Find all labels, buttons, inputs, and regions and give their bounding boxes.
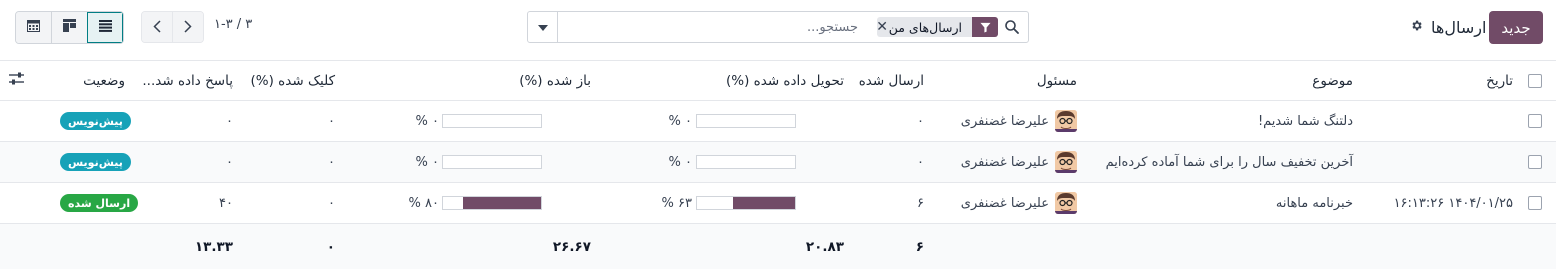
row-clicked: ۰ — [328, 113, 335, 129]
row-delivered-text: ۰ % — [668, 113, 692, 129]
page-title: ارسال‌ها — [1431, 17, 1487, 37]
row-opened-text: ۸۰ % — [408, 195, 439, 211]
column-header-sent[interactable]: ارسال شده — [859, 61, 924, 100]
responsible-name: علیرضا غضنفری — [960, 195, 1049, 211]
row-responsible: علیرضا غضنفری — [961, 183, 1077, 223]
table-row[interactable]: آخرین تخفیف سال را برای شما آماده کرده‌ا… — [0, 142, 1556, 183]
responsible-name: علیرضا غضنفری — [960, 154, 1049, 170]
new-button[interactable]: جدید — [1489, 11, 1543, 44]
search-facet-label: ارسال‌های من — [888, 19, 962, 35]
list-view-button[interactable] — [87, 12, 123, 43]
column-header-clicked[interactable]: کلیک شده (%) — [251, 61, 335, 100]
view-switcher — [15, 11, 124, 44]
row-delivered-text: ۶۳ % — [661, 195, 692, 211]
column-header-delivered[interactable]: تحویل داده شده (%) — [726, 61, 844, 100]
breadcrumb: ارسال‌ها — [1410, 12, 1486, 42]
status-badge-label: ارسال شده — [60, 194, 139, 212]
row-replied: ۰ — [226, 113, 233, 129]
caret-down-icon — [537, 20, 548, 35]
row-delivered-text: ۰ % — [668, 154, 692, 170]
sliders-icon — [9, 72, 24, 89]
control-panel: جدید ارسال‌ها ارسال‌های من ✕ ۱-۳ / ۳ — [0, 0, 1556, 60]
row-clicked: ۰ — [328, 195, 335, 211]
delivered-progress-bar — [696, 101, 796, 141]
row-opened-text: ۰ % — [415, 154, 439, 170]
calendar-view-button[interactable] — [16, 12, 51, 43]
search-bar: ارسال‌های من ✕ — [527, 11, 1029, 43]
total-clicked: ۰ — [326, 238, 335, 255]
status-badge: پیش‌نویس — [60, 101, 131, 141]
search-options-toggle[interactable] — [528, 12, 558, 42]
column-header-date[interactable]: تاریخ — [1486, 61, 1513, 100]
filter-icon — [972, 17, 998, 37]
opened-progress-bar — [442, 101, 542, 141]
calendar-icon — [27, 19, 40, 36]
row-replied: ۴۰ — [219, 195, 233, 211]
table-row[interactable]: دلتنگ شما شدیم! علیرضا غضنفری ۰ ۰ % ۰ % … — [0, 101, 1556, 142]
row-responsible: علیرضا غضنفری — [961, 142, 1077, 182]
row-subject: دلتنگ شما شدیم! — [1257, 113, 1353, 129]
row-checkbox[interactable] — [1528, 183, 1542, 223]
row-replied: ۰ — [226, 154, 233, 170]
column-header-status[interactable]: وضعیت — [83, 61, 125, 100]
pager-value[interactable]: ۱-۳ / ۳ — [214, 17, 252, 32]
column-header-opened[interactable]: باز شده (%) — [519, 61, 591, 100]
status-badge: پیش‌نویس — [60, 142, 131, 182]
avatar — [1055, 192, 1077, 214]
search-input[interactable] — [598, 17, 858, 37]
status-badge: ارسال شده — [60, 183, 139, 223]
responsible-name: علیرضا غضنفری — [960, 113, 1049, 129]
pager-next-button[interactable] — [172, 12, 203, 42]
search-icon[interactable] — [1004, 19, 1020, 35]
row-subject: آخرین تخفیف سال را برای شما آماده کرده‌ا… — [1105, 154, 1353, 170]
avatar — [1055, 110, 1077, 132]
total-replied: ۱۳.۳۳ — [194, 238, 233, 255]
table-header: تاریخ موضوع مسئول ارسال شده تحویل داده ش… — [0, 60, 1556, 101]
total-delivered: ۲۰.۸۳ — [805, 238, 844, 255]
delivered-progress-bar — [696, 142, 796, 182]
row-sent: ۰ — [917, 113, 924, 129]
row-subject: خبرنامه ماهانه — [1275, 195, 1353, 211]
total-opened: ۲۶.۶۷ — [552, 238, 591, 255]
list-icon — [99, 19, 112, 36]
column-header-subject[interactable]: موضوع — [1312, 61, 1353, 100]
row-clicked: ۰ — [328, 154, 335, 170]
opened-progress-bar — [442, 183, 542, 223]
kanban-view-button[interactable] — [51, 12, 87, 43]
gear-icon[interactable] — [1410, 19, 1423, 36]
row-responsible: علیرضا غضنفری — [961, 101, 1077, 141]
remove-facet-icon[interactable]: ✕ — [876, 19, 888, 35]
chevron-left-icon — [153, 18, 161, 37]
total-sent: ۶ — [915, 238, 924, 255]
row-sent: ۰ — [917, 154, 924, 170]
optional-columns-toggle[interactable] — [9, 61, 24, 100]
opened-progress-bar — [442, 142, 542, 182]
status-badge-label: پیش‌نویس — [60, 153, 131, 171]
chevron-right-icon — [184, 18, 192, 37]
row-opened-text: ۰ % — [415, 113, 439, 129]
kanban-icon — [63, 19, 76, 36]
table-footer-totals: ۶ ۲۰.۸۳ ۲۶.۶۷ ۰ ۱۳.۳۳ — [0, 224, 1556, 269]
row-sent: ۶ — [917, 195, 924, 211]
pager-buttons — [141, 11, 204, 43]
delivered-progress-bar — [696, 183, 796, 223]
table-row[interactable]: ۱۴۰۴/۰۱/۲۵ ۱۶:۱۳:۲۶ خبرنامه ماهانه علیرض… — [0, 183, 1556, 224]
search-facet: ارسال‌های من — [876, 17, 998, 37]
row-checkbox[interactable] — [1528, 101, 1542, 141]
select-all-checkbox[interactable] — [1528, 61, 1542, 100]
column-header-responsible[interactable]: مسئول — [1037, 61, 1077, 100]
pager-previous-button[interactable] — [142, 12, 172, 42]
avatar — [1055, 151, 1077, 173]
column-header-replied[interactable]: پاسخ داده شد... — [142, 61, 233, 100]
status-badge-label: پیش‌نویس — [60, 112, 131, 130]
row-checkbox[interactable] — [1528, 142, 1542, 182]
row-date: ۱۴۰۴/۰۱/۲۵ ۱۶:۱۳:۲۶ — [1393, 195, 1513, 211]
